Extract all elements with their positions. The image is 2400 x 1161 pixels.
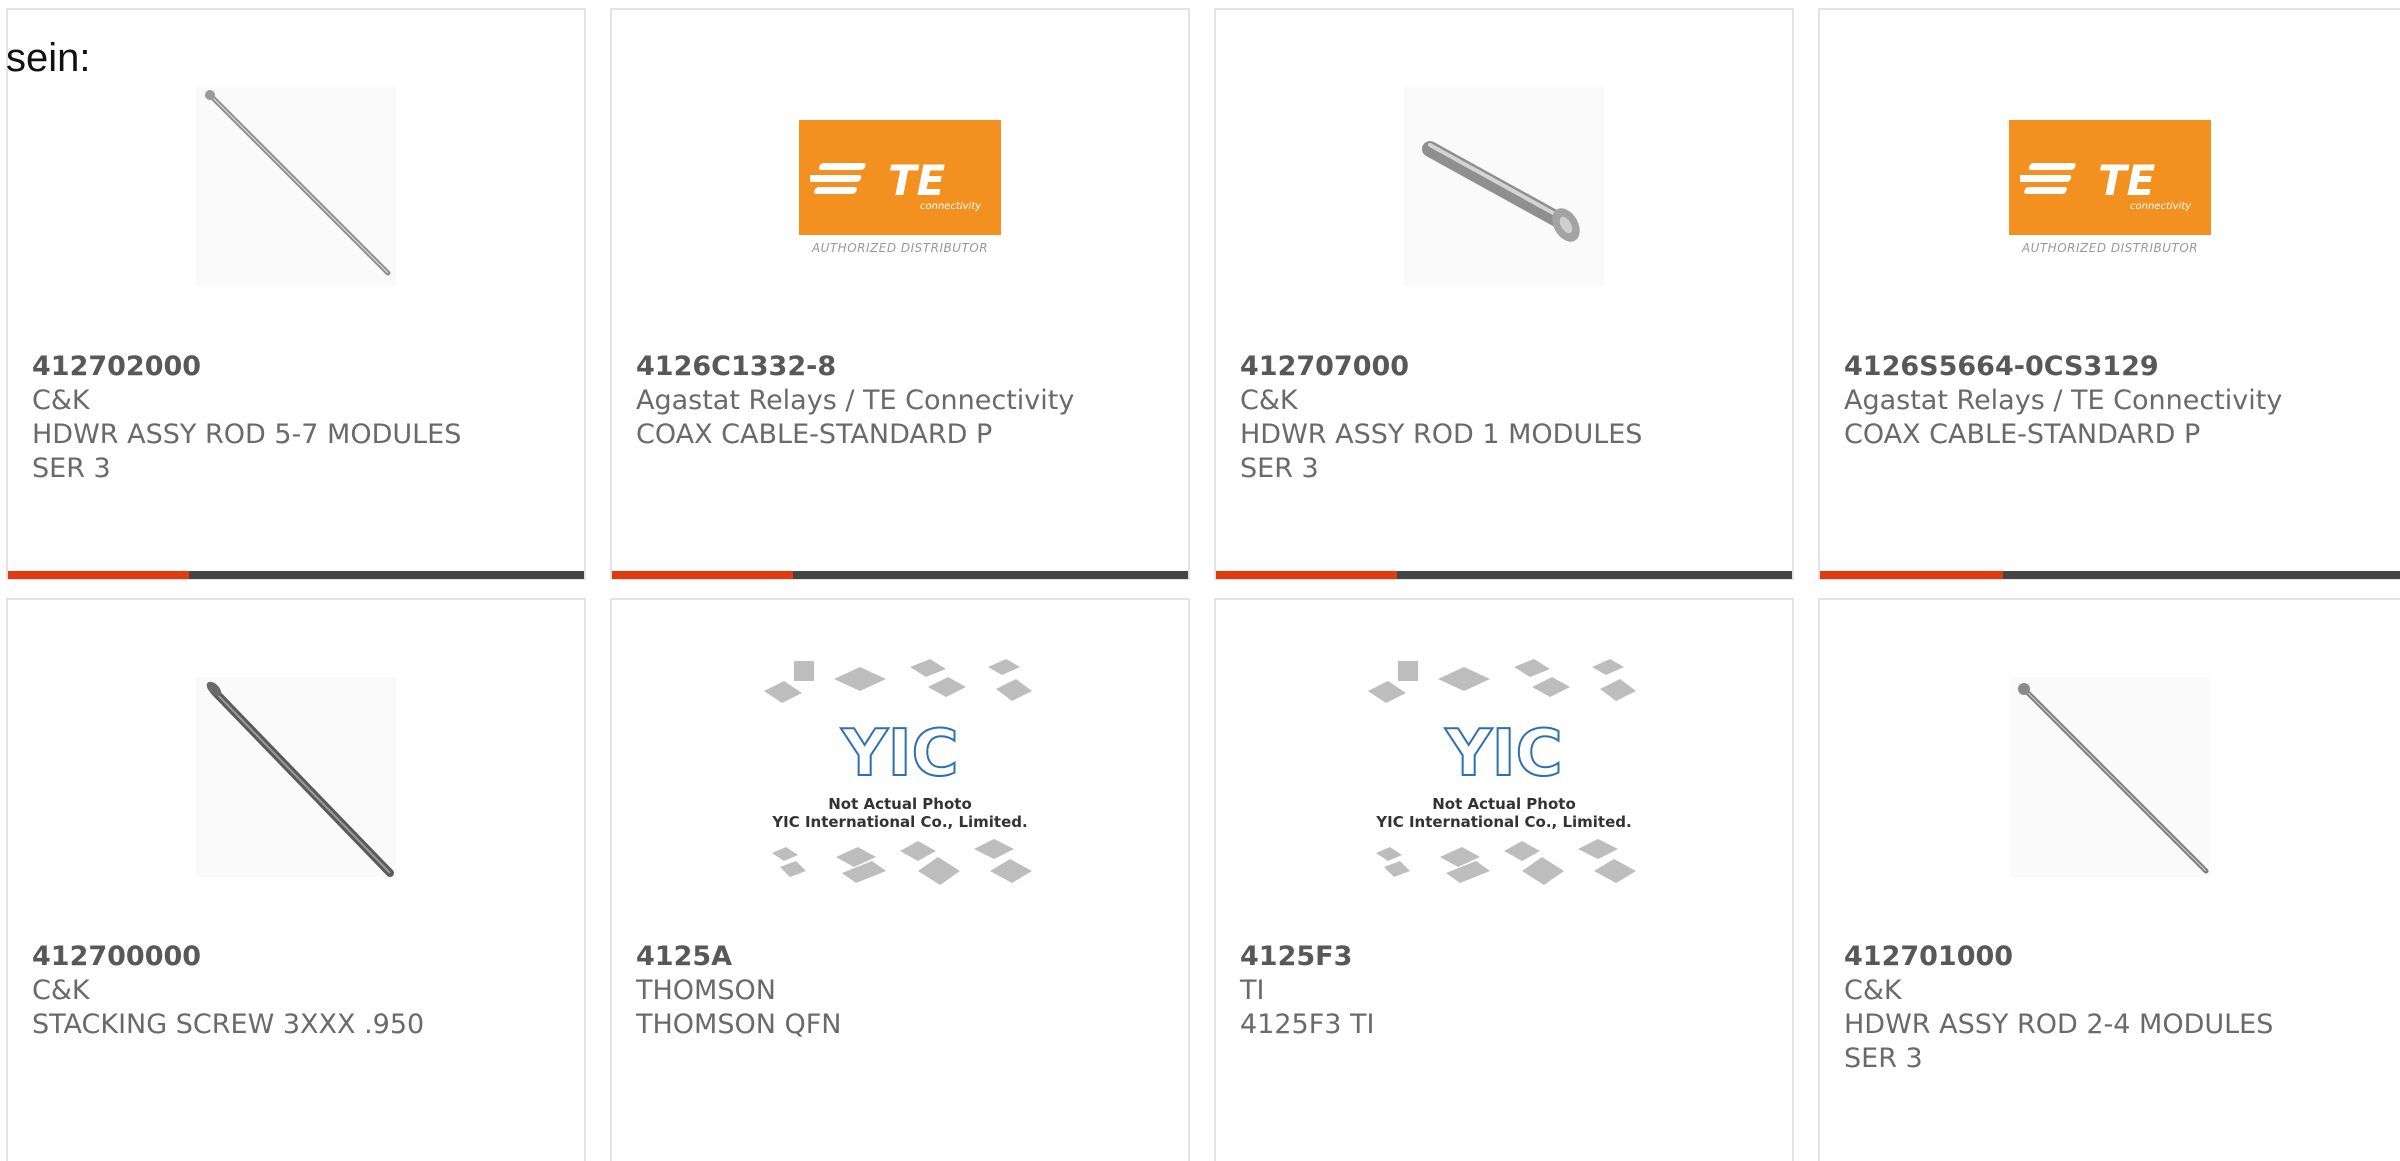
description: HDWR ASSY ROD 2-4 MODULES SER 3: [1844, 1009, 2274, 1074]
product-card[interactable]: 412702000 C&K HDWR ASSY ROD 5-7 MODULES …: [6, 8, 586, 580]
svg-text:TE: TE: [2098, 156, 2156, 205]
product-image[interactable]: [1820, 668, 2400, 886]
manufacturer: C&K: [32, 975, 90, 1006]
svg-text:Not Actual Photo: Not Actual Photo: [1432, 795, 1576, 813]
card-bottom-bar: [1216, 571, 1792, 579]
product-info: 412700000 C&K STACKING SCREW 3XXX .950: [32, 940, 572, 1042]
part-number-link[interactable]: 4125F3: [1240, 940, 1780, 974]
svg-text:connectivity: connectivity: [920, 201, 982, 212]
manufacturer: C&K: [1844, 975, 1902, 1006]
card-accent-bar: [612, 571, 794, 579]
card-accent-bar: [1820, 571, 2003, 579]
svg-text:YIC: YIC: [1444, 717, 1562, 791]
svg-text:YIC International Co., Limited: YIC International Co., Limited.: [1375, 813, 1631, 831]
manufacturer: TI: [1240, 975, 1265, 1006]
manufacturer: Agastat Relays / TE Connectivity: [1844, 385, 2283, 416]
product-card[interactable]: 412707000 C&K HDWR ASSY ROD 1 MODULES SE…: [1214, 8, 1794, 580]
product-image[interactable]: YIC Not Actual Photo YIC International C…: [612, 659, 1188, 886]
not-actual-photo-icon: YIC Not Actual Photo YIC International C…: [764, 659, 1032, 885]
description: COAX CABLE-STANDARD P: [1844, 419, 2201, 450]
manufacturer: THOMSON: [636, 975, 776, 1006]
te-authorized-distributor-logo: TE connectivity AUTHORIZED DISTRIBUTOR: [2008, 119, 2213, 255]
part-number-link[interactable]: 412701000: [1844, 940, 2388, 974]
product-info: 4125A THOMSON THOMSON QFN: [636, 940, 1176, 1042]
manufacturer: C&K: [1240, 385, 1298, 416]
rod-photo-icon: [1404, 87, 1604, 287]
rod-photo-icon: [196, 87, 396, 287]
product-info: 412707000 C&K HDWR ASSY ROD 1 MODULES SE…: [1240, 350, 1780, 486]
product-info: 412702000 C&K HDWR ASSY ROD 5-7 MODULES …: [32, 350, 572, 486]
svg-text:YIC International Co., Limited: YIC International Co., Limited.: [771, 813, 1027, 831]
product-image[interactable]: TE connectivity AUTHORIZED DISTRIBUTOR: [612, 78, 1188, 296]
svg-text:connectivity: connectivity: [2130, 201, 2192, 212]
product-info: 412701000 C&K HDWR ASSY ROD 2-4 MODULES …: [1844, 940, 2388, 1076]
manufacturer: C&K: [32, 385, 90, 416]
part-number-link[interactable]: 4125A: [636, 940, 1176, 974]
part-number-link[interactable]: 412702000: [32, 350, 572, 384]
rod-photo-icon: [2010, 677, 2210, 877]
card-bottom-bar: [8, 571, 584, 579]
manufacturer: Agastat Relays / TE Connectivity: [636, 385, 1075, 416]
description: 4125F3 TI: [1240, 1009, 1375, 1040]
part-number-link[interactable]: 412707000: [1240, 350, 1780, 384]
product-card[interactable]: TE connectivity AUTHORIZED DISTRIBUTOR 4…: [610, 8, 1190, 580]
te-logo-icon: TE connectivity: [799, 119, 1001, 235]
product-card[interactable]: YIC Not Actual Photo YIC International C…: [1214, 598, 1794, 1161]
product-info: 4125F3 TI 4125F3 TI: [1240, 940, 1780, 1042]
screw-photo-icon: [196, 677, 396, 877]
product-image[interactable]: [8, 668, 584, 886]
product-image[interactable]: [8, 78, 584, 296]
te-authorized-distributor-logo: TE connectivity AUTHORIZED DISTRIBUTOR: [798, 119, 1003, 255]
card-bottom-bar: [612, 571, 1188, 579]
card-accent-bar: [1216, 571, 1398, 579]
product-info: 4126S5664-0CS3129 Agastat Relays / TE Co…: [1844, 350, 2388, 452]
description: STACKING SCREW 3XXX .950: [32, 1009, 425, 1040]
description: COAX CABLE-STANDARD P: [636, 419, 993, 450]
product-card[interactable]: 412701000 C&K HDWR ASSY ROD 2-4 MODULES …: [1818, 598, 2400, 1161]
description: HDWR ASSY ROD 1 MODULES SER 3: [1240, 419, 1643, 484]
product-card[interactable]: 412700000 C&K STACKING SCREW 3XXX .950: [6, 598, 586, 1161]
product-card[interactable]: TE connectivity AUTHORIZED DISTRIBUTOR 4…: [1818, 8, 2400, 580]
product-card[interactable]: YIC Not Actual Photo YIC International C…: [610, 598, 1190, 1161]
authorized-distributor-caption: AUTHORIZED DISTRIBUTOR: [811, 240, 989, 255]
intro-text: sein:: [6, 36, 91, 80]
card-bottom-bar: [1820, 571, 2400, 579]
product-image[interactable]: TE connectivity AUTHORIZED DISTRIBUTOR: [1820, 78, 2400, 296]
part-number-link[interactable]: 4126S5664-0CS3129: [1844, 350, 2388, 384]
authorized-distributor-caption: AUTHORIZED DISTRIBUTOR: [2021, 240, 2199, 255]
svg-text:TE: TE: [888, 156, 946, 205]
part-number-link[interactable]: 4126C1332-8: [636, 350, 1176, 384]
svg-text:Not Actual Photo: Not Actual Photo: [828, 795, 972, 813]
card-accent-bar: [8, 571, 190, 579]
description: HDWR ASSY ROD 5-7 MODULES SER 3: [32, 419, 462, 484]
svg-text:YIC: YIC: [840, 717, 958, 791]
not-actual-photo-icon: YIC Not Actual Photo YIC International C…: [1368, 659, 1636, 885]
part-number-link[interactable]: 412700000: [32, 940, 572, 974]
description: THOMSON QFN: [636, 1009, 842, 1040]
product-image[interactable]: YIC Not Actual Photo YIC International C…: [1216, 659, 1792, 886]
te-logo-icon: TE connectivity: [2009, 119, 2211, 235]
product-image[interactable]: [1216, 78, 1792, 296]
product-grid-page: sein: 412702000 C&K HDWR ASSY ROD 5-7 MO…: [0, 0, 2400, 1161]
product-info: 4126C1332-8 Agastat Relays / TE Connecti…: [636, 350, 1176, 452]
